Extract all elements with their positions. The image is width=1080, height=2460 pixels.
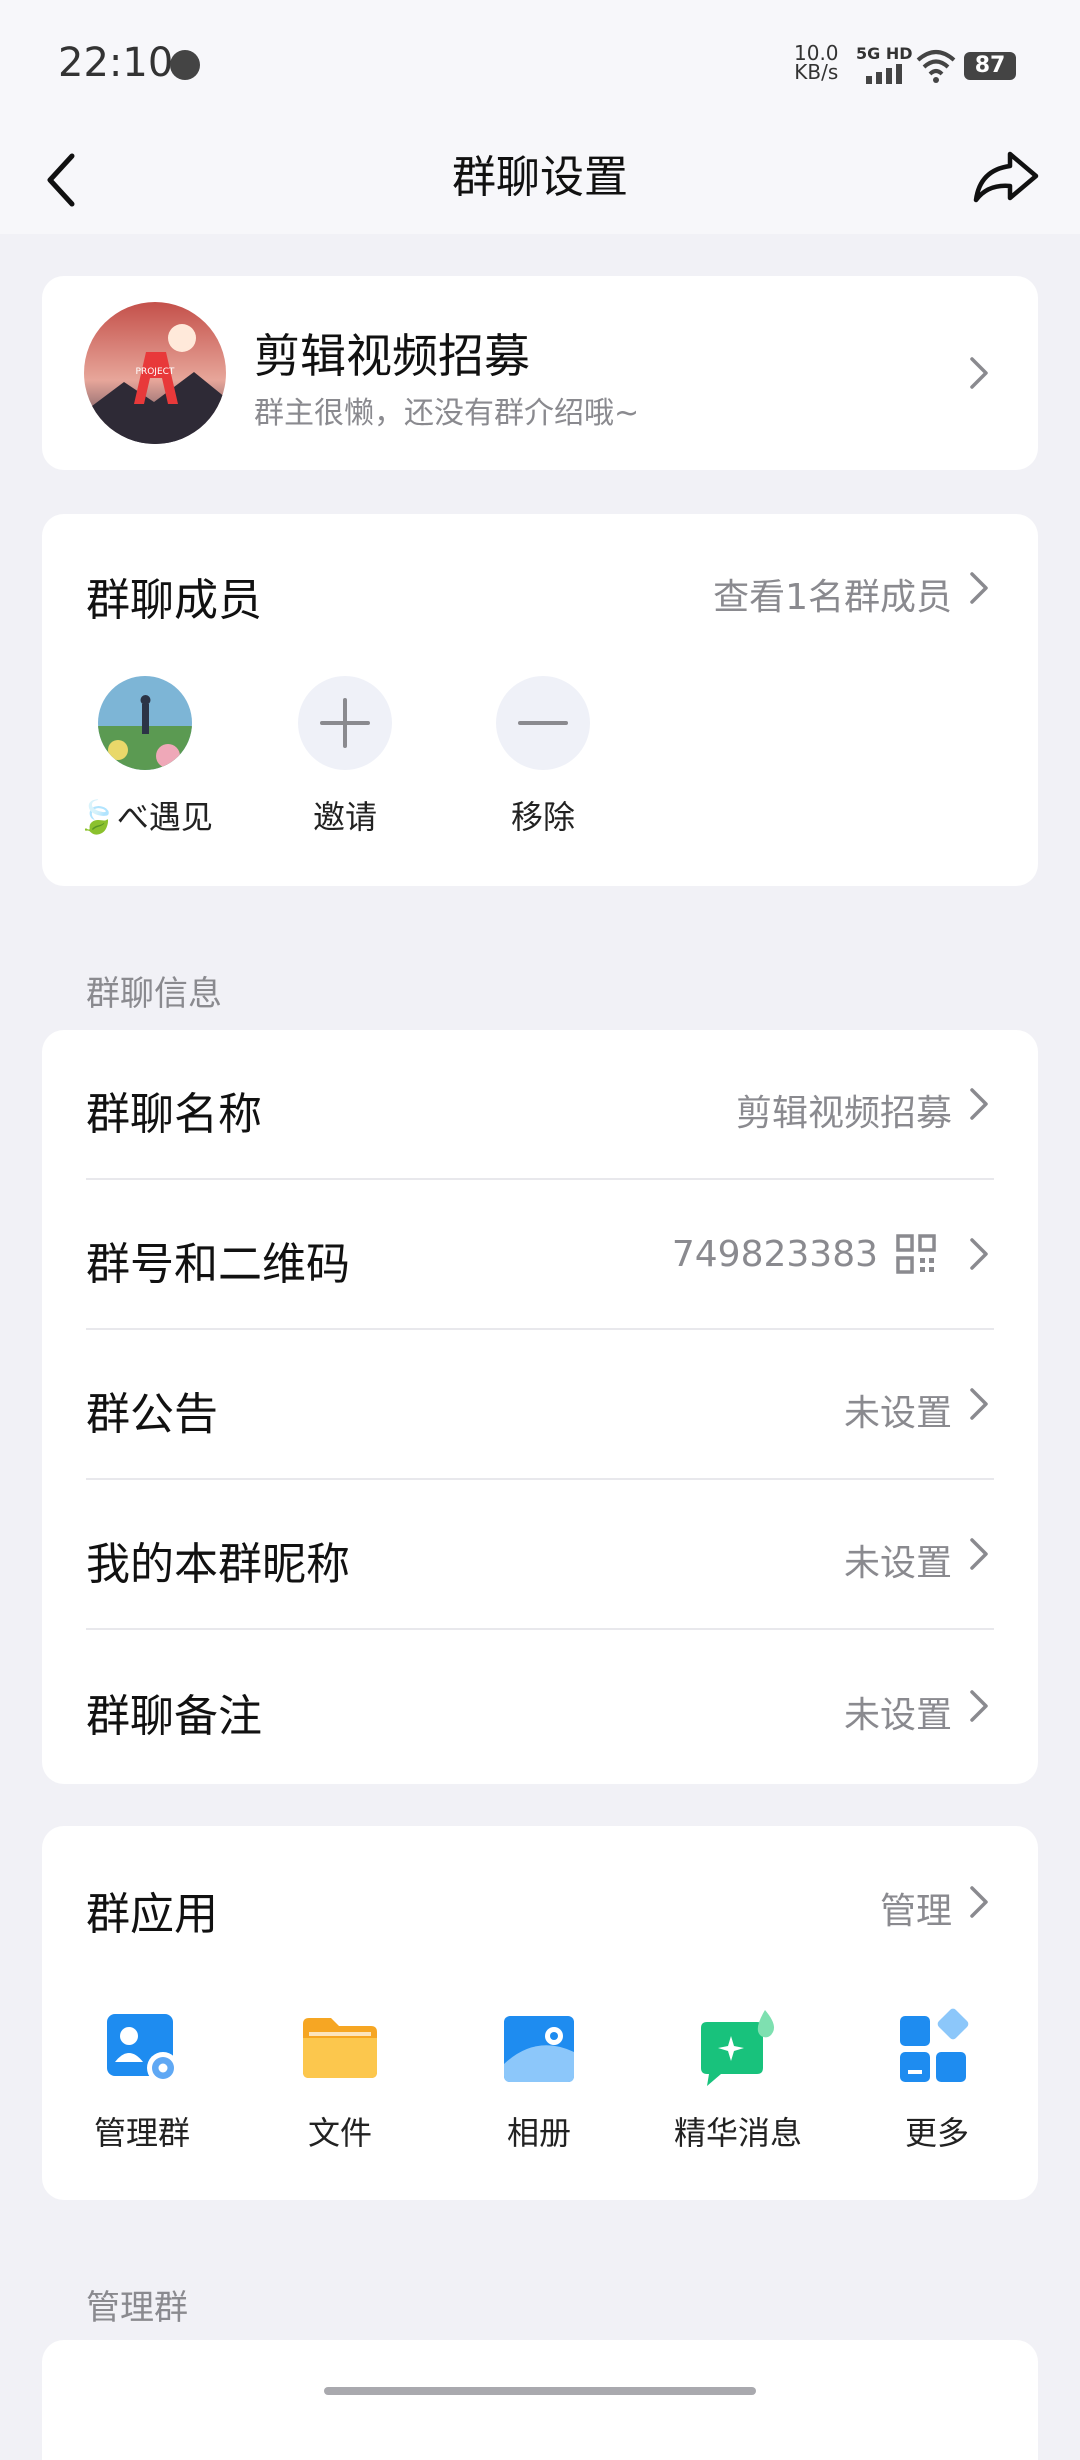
announcement-row-title: 群公告 bbox=[86, 1389, 218, 1440]
chevron-right-icon[interactable] bbox=[968, 568, 990, 608]
minus-icon[interactable] bbox=[496, 676, 590, 770]
signal-icon bbox=[866, 64, 902, 84]
app-manage-group[interactable]: 管理群 bbox=[52, 2006, 232, 2154]
manage-group-section-label: 管理群 bbox=[86, 2288, 188, 2328]
group-apps-card: 群应用 管理 管理群 文件 相册 精华消息 更多 bbox=[42, 1826, 1038, 2200]
app-folder[interactable]: 文件 bbox=[250, 2006, 430, 2154]
folder-icon bbox=[297, 2006, 383, 2092]
group-info-card: 群聊名称 剪辑视频招募 群号和二维码 749823383 群公告 未设置 我的本… bbox=[42, 1030, 1038, 1784]
remark-row-value: 未设置 bbox=[843, 1695, 952, 1736]
group-profile-card[interactable]: PROJECT 剪辑视频招募 群主很懒，还没有群介绍哦~ bbox=[42, 276, 1038, 470]
group-info-section-label: 群聊信息 bbox=[86, 974, 222, 1014]
nickname-row-title: 我的本群昵称 bbox=[86, 1539, 350, 1590]
nickname-row-value: 未设置 bbox=[843, 1543, 952, 1584]
my-group-nickname-row[interactable]: 我的本群昵称 未设置 bbox=[42, 1480, 1038, 1630]
view-all-members-link[interactable]: 查看1名群成员 bbox=[713, 568, 952, 620]
app-album[interactable]: 相册 bbox=[449, 2006, 629, 2154]
group-id-row-title: 群号和二维码 bbox=[86, 1239, 350, 1290]
group-description: 群主很懒，还没有群介绍哦~ bbox=[254, 396, 640, 431]
members-title: 群聊成员 bbox=[86, 575, 262, 626]
chevron-right-icon bbox=[968, 1234, 990, 1274]
share-icon[interactable] bbox=[970, 136, 1042, 216]
invite-member-button[interactable]: 邀请 bbox=[270, 676, 420, 838]
group-apps-title: 群应用 bbox=[86, 1889, 218, 1940]
app-label: 精华消息 bbox=[673, 2114, 802, 2152]
remove-label: 移除 bbox=[510, 798, 575, 836]
page-title: 群聊设置 bbox=[452, 152, 628, 203]
chevron-right-icon bbox=[968, 1384, 990, 1424]
member-item[interactable]: 🍃べ遇见 bbox=[70, 676, 220, 838]
group-id-qrcode-row[interactable]: 群号和二维码 749823383 bbox=[42, 1180, 1038, 1330]
group-name-row[interactable]: 群聊名称 剪辑视频招募 bbox=[42, 1030, 1038, 1180]
remove-member-button[interactable]: 移除 bbox=[468, 676, 618, 838]
invite-label: 邀请 bbox=[312, 798, 377, 836]
chevron-right-icon bbox=[968, 1534, 990, 1574]
chevron-right-icon bbox=[968, 1084, 990, 1124]
app-label: 文件 bbox=[307, 2114, 372, 2152]
network-type: 5G HD bbox=[856, 44, 913, 63]
network-speed: 10.0 KB/s bbox=[794, 43, 839, 84]
home-indicator[interactable] bbox=[324, 2387, 756, 2395]
group-remark-row[interactable]: 群聊备注 未设置 bbox=[42, 1630, 1038, 1784]
group-avatar[interactable]: PROJECT bbox=[84, 302, 226, 444]
remark-row-title: 群聊备注 bbox=[86, 1691, 262, 1742]
status-bar: 22:10 10.0 KB/s 5G HD 87 bbox=[0, 0, 1080, 130]
chevron-right-icon[interactable] bbox=[968, 1882, 990, 1922]
manage-group-icon bbox=[99, 2006, 185, 2092]
app-more-apps[interactable]: 更多 bbox=[847, 2006, 1027, 2154]
app-label: 相册 bbox=[506, 2114, 571, 2152]
app-featured-message[interactable]: 精华消息 bbox=[648, 2006, 828, 2154]
more-apps-icon bbox=[894, 2006, 980, 2092]
member-name: 🍃べ遇见 bbox=[77, 798, 213, 836]
announcement-row-value: 未设置 bbox=[843, 1393, 952, 1434]
manage-apps-link[interactable]: 管理 bbox=[880, 1882, 952, 1934]
chevron-right-icon bbox=[968, 353, 990, 393]
featured-message-icon bbox=[695, 2006, 781, 2092]
header-bar: 群聊设置 bbox=[0, 130, 1080, 234]
app-label: 更多 bbox=[904, 2114, 969, 2152]
group-name-row-title: 群聊名称 bbox=[86, 1089, 262, 1140]
members-card: 群聊成员 查看1名群成员 🍃べ遇见 邀请 移除 bbox=[42, 514, 1038, 886]
group-announcement-row[interactable]: 群公告 未设置 bbox=[42, 1330, 1038, 1480]
status-time: 22:10 bbox=[58, 40, 174, 86]
plus-icon[interactable] bbox=[298, 676, 392, 770]
wifi-icon bbox=[916, 50, 956, 83]
svg-text:PROJECT: PROJECT bbox=[136, 367, 175, 377]
album-icon bbox=[496, 2006, 582, 2092]
globe-icon bbox=[170, 50, 200, 80]
manage-group-card[interactable] bbox=[42, 2340, 1038, 2460]
app-label: 管理群 bbox=[93, 2114, 190, 2152]
qr-code-icon bbox=[896, 1234, 936, 1274]
group-name-row-value: 剪辑视频招募 bbox=[735, 1093, 952, 1134]
network-speed-unit: KB/s bbox=[794, 60, 839, 84]
battery-indicator: 87 bbox=[964, 52, 1016, 80]
group-name: 剪辑视频招募 bbox=[254, 329, 530, 383]
member-avatar[interactable] bbox=[98, 676, 192, 770]
group-id-value: 749823383 bbox=[671, 1234, 878, 1275]
chevron-right-icon bbox=[968, 1686, 990, 1726]
